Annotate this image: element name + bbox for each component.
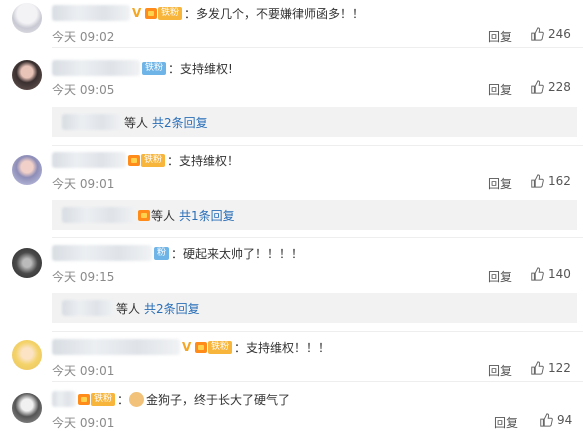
sub-replies-box[interactable]: 等人 共1条回复 (52, 200, 577, 230)
comment-time: 今天 09:15 (52, 270, 115, 284)
comment-time: 今天 09:01 (52, 416, 115, 430)
thumbs-up-icon (540, 413, 553, 427)
comment-text: ：硬起来太帅了！！！！ (171, 246, 304, 261)
sub-replies-suffix: 等人 (151, 208, 176, 223)
divider (52, 237, 583, 238)
fist-emoji-icon (129, 391, 145, 407)
reply-button[interactable]: 回复 (488, 268, 512, 285)
like-count: 94 (557, 413, 573, 427)
divider (52, 331, 583, 332)
avatar[interactable] (12, 3, 42, 33)
comment-header: 铁粉 ：支持维权! (52, 59, 233, 77)
username-blurred[interactable] (52, 391, 76, 407)
sub-user-blurred[interactable] (62, 114, 122, 130)
sub-user-blurred[interactable] (62, 300, 114, 316)
sub-replies-box[interactable]: 等人 共2条回复 (52, 293, 577, 323)
comment-text: 金狗子，终于长大了硬气了 (146, 392, 291, 407)
like-count: 228 (548, 80, 571, 94)
avatar[interactable] (12, 248, 42, 278)
crown-icon (195, 341, 207, 353)
sub-replies-box[interactable]: 等人 共2条回复 (52, 107, 577, 137)
username-blurred[interactable] (52, 152, 126, 168)
like-count: 122 (548, 361, 571, 375)
crown-icon (145, 7, 157, 19)
thumbs-up-icon (531, 80, 544, 94)
view-replies-link[interactable]: 共2条回复 (144, 300, 200, 317)
thumbs-up-icon (531, 361, 544, 375)
username-blurred[interactable] (52, 5, 130, 21)
fan-badge: 粉 (154, 246, 170, 260)
like-count: 162 (548, 174, 571, 188)
like-count: 246 (548, 27, 571, 41)
comment-header: 铁粉 ： 金狗子，终于长大了硬气了 (52, 390, 290, 408)
divider (52, 145, 583, 146)
divider (52, 381, 583, 382)
comment-header: V 铁粉 ：多发几个，不要嫌律师函多！！ (52, 4, 364, 22)
like-button[interactable]: 94 (539, 413, 572, 427)
crown-icon (128, 154, 140, 166)
avatar[interactable] (12, 155, 42, 185)
sub-user-blurred[interactable] (62, 207, 136, 223)
like-button[interactable]: 140 (530, 267, 571, 281)
avatar[interactable] (12, 60, 42, 90)
thumbs-up-icon (531, 174, 544, 188)
comment-time: 今天 09:05 (52, 83, 115, 97)
like-button[interactable]: 228 (530, 80, 571, 94)
reply-button[interactable]: 回复 (488, 28, 512, 45)
comment-time: 今天 09:01 (52, 364, 115, 378)
crown-icon (78, 393, 90, 405)
sub-replies-suffix: 等人 (116, 301, 141, 316)
comment-text: ：支持维权！ (167, 153, 240, 168)
fan-badge: 铁粉 (142, 61, 167, 75)
sub-replies-suffix: 等人 (124, 115, 149, 130)
verified-v-icon: V (182, 340, 192, 354)
comment-time: 今天 09:01 (52, 177, 115, 191)
view-replies-link[interactable]: 共2条回复 (152, 114, 208, 131)
username-blurred[interactable] (52, 339, 180, 355)
reply-button[interactable]: 回复 (488, 362, 512, 379)
comment-text: ：支持维权! (168, 61, 233, 76)
comment-text: ：支持维权！！！ (234, 340, 331, 355)
like-button[interactable]: 246 (530, 27, 571, 41)
username-blurred[interactable] (52, 60, 140, 76)
fan-badge: 铁粉 (91, 392, 116, 406)
like-count: 140 (548, 267, 571, 281)
avatar[interactable] (12, 393, 42, 423)
reply-button[interactable]: 回复 (488, 81, 512, 98)
view-replies-link[interactable]: 共1条回复 (179, 207, 235, 224)
thumbs-up-icon (531, 267, 544, 281)
reply-button[interactable]: 回复 (494, 414, 518, 431)
fan-badge: 铁粉 (208, 340, 233, 354)
thumbs-up-icon (531, 27, 544, 41)
fan-badge: 铁粉 (141, 153, 166, 167)
fan-badge: 铁粉 (158, 6, 183, 20)
divider (52, 47, 583, 48)
crown-icon (138, 209, 150, 221)
reply-button[interactable]: 回复 (488, 175, 512, 192)
comment-text: ：多发几个，不要嫌律师函多！！ (184, 6, 365, 21)
comment-time: 今天 09:02 (52, 30, 115, 44)
verified-v-icon: V (132, 6, 142, 20)
comment-header: V 铁粉 ：支持维权！！！ (52, 338, 330, 356)
like-button[interactable]: 162 (530, 174, 571, 188)
like-button[interactable]: 122 (530, 361, 571, 375)
comment-header: 铁粉 ：支持维权！ (52, 151, 239, 169)
avatar[interactable] (12, 340, 42, 370)
username-blurred[interactable] (52, 245, 152, 261)
comment-header: 粉 ：硬起来太帅了！！！！ (52, 244, 303, 262)
